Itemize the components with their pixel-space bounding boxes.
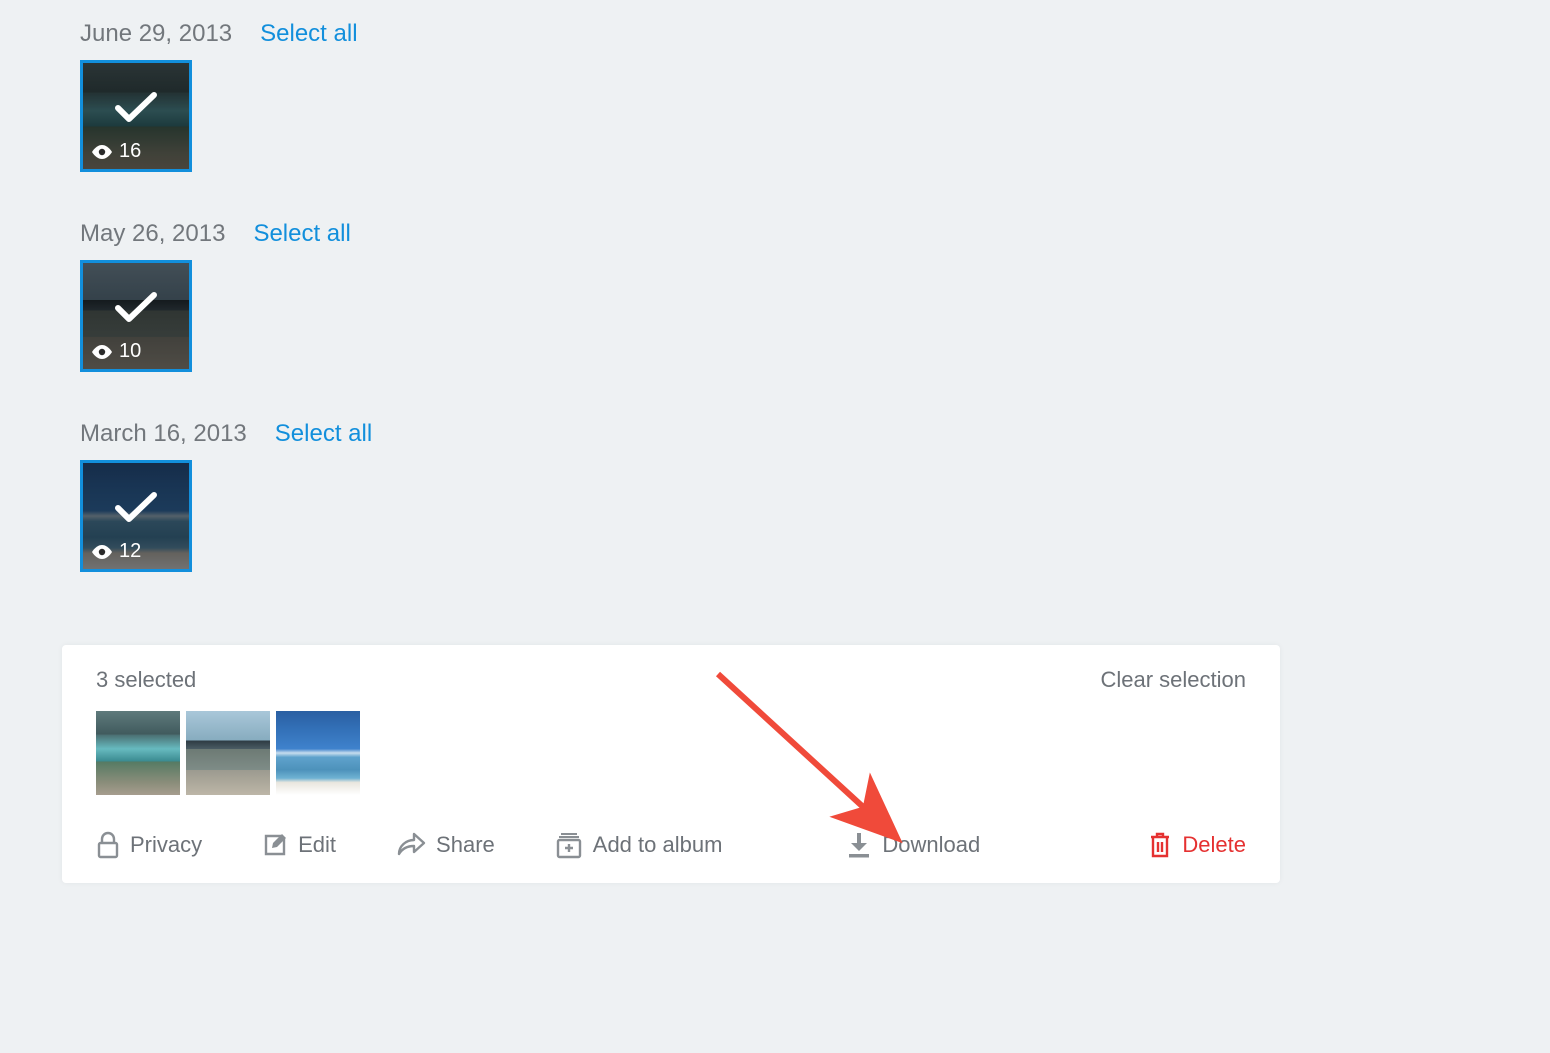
views-count: 10 xyxy=(119,340,141,363)
select-all-link[interactable]: Select all xyxy=(253,220,350,248)
views-count: 12 xyxy=(119,540,141,563)
views-badge: 16 xyxy=(91,140,141,163)
checkmark-icon xyxy=(114,491,158,525)
date-label: May 26, 2013 xyxy=(80,220,225,248)
date-header: March 16, 2013 Select all xyxy=(80,420,1550,448)
action-label: Privacy xyxy=(130,832,202,858)
action-bar: Privacy Edit Share Add to album Download xyxy=(96,831,1246,859)
download-button[interactable]: Download xyxy=(846,831,980,859)
photo-groups: June 29, 2013 Select all 16 May 26, 2013… xyxy=(0,0,1550,572)
date-group: June 29, 2013 Select all 16 xyxy=(80,20,1550,172)
action-label: Delete xyxy=(1182,832,1246,858)
lock-icon xyxy=(96,831,120,859)
selected-thumbnail[interactable] xyxy=(276,711,360,795)
share-icon xyxy=(396,832,426,858)
date-label: March 16, 2013 xyxy=(80,420,247,448)
date-label: June 29, 2013 xyxy=(80,20,232,48)
date-header: June 29, 2013 Select all xyxy=(80,20,1550,48)
delete-button[interactable]: Delete xyxy=(1148,831,1246,859)
action-label: Download xyxy=(882,832,980,858)
download-icon xyxy=(846,831,872,859)
eye-icon xyxy=(91,345,113,359)
selected-thumbnail[interactable] xyxy=(186,711,270,795)
privacy-button[interactable]: Privacy xyxy=(96,831,202,859)
action-label: Share xyxy=(436,832,495,858)
selected-count-label: 3 selected xyxy=(96,667,196,693)
photo-thumbnail[interactable]: 10 xyxy=(80,260,192,372)
trash-icon xyxy=(1148,831,1172,859)
date-header: May 26, 2013 Select all xyxy=(80,220,1550,248)
select-all-link[interactable]: Select all xyxy=(260,20,357,48)
eye-icon xyxy=(91,545,113,559)
eye-icon xyxy=(91,145,113,159)
action-label: Edit xyxy=(298,832,336,858)
views-badge: 10 xyxy=(91,340,141,363)
checkmark-icon xyxy=(114,91,158,125)
selected-thumbnails-row xyxy=(96,711,1246,795)
select-all-link[interactable]: Select all xyxy=(275,420,372,448)
date-group: May 26, 2013 Select all 10 xyxy=(80,220,1550,372)
clear-selection-button[interactable]: Clear selection xyxy=(1100,667,1246,693)
views-badge: 12 xyxy=(91,540,141,563)
checkmark-icon xyxy=(114,291,158,325)
share-button[interactable]: Share xyxy=(396,832,495,858)
selection-panel-header: 3 selected Clear selection xyxy=(96,667,1246,693)
views-count: 16 xyxy=(119,140,141,163)
action-label: Add to album xyxy=(593,832,723,858)
photo-thumbnail[interactable]: 12 xyxy=(80,460,192,572)
edit-icon xyxy=(262,832,288,858)
album-add-icon xyxy=(555,831,583,859)
photo-thumbnail[interactable]: 16 xyxy=(80,60,192,172)
edit-button[interactable]: Edit xyxy=(262,832,336,858)
add-to-album-button[interactable]: Add to album xyxy=(555,831,723,859)
selection-panel: 3 selected Clear selection Privacy Edit … xyxy=(62,645,1280,883)
date-group: March 16, 2013 Select all 12 xyxy=(80,420,1550,572)
selected-thumbnail[interactable] xyxy=(96,711,180,795)
